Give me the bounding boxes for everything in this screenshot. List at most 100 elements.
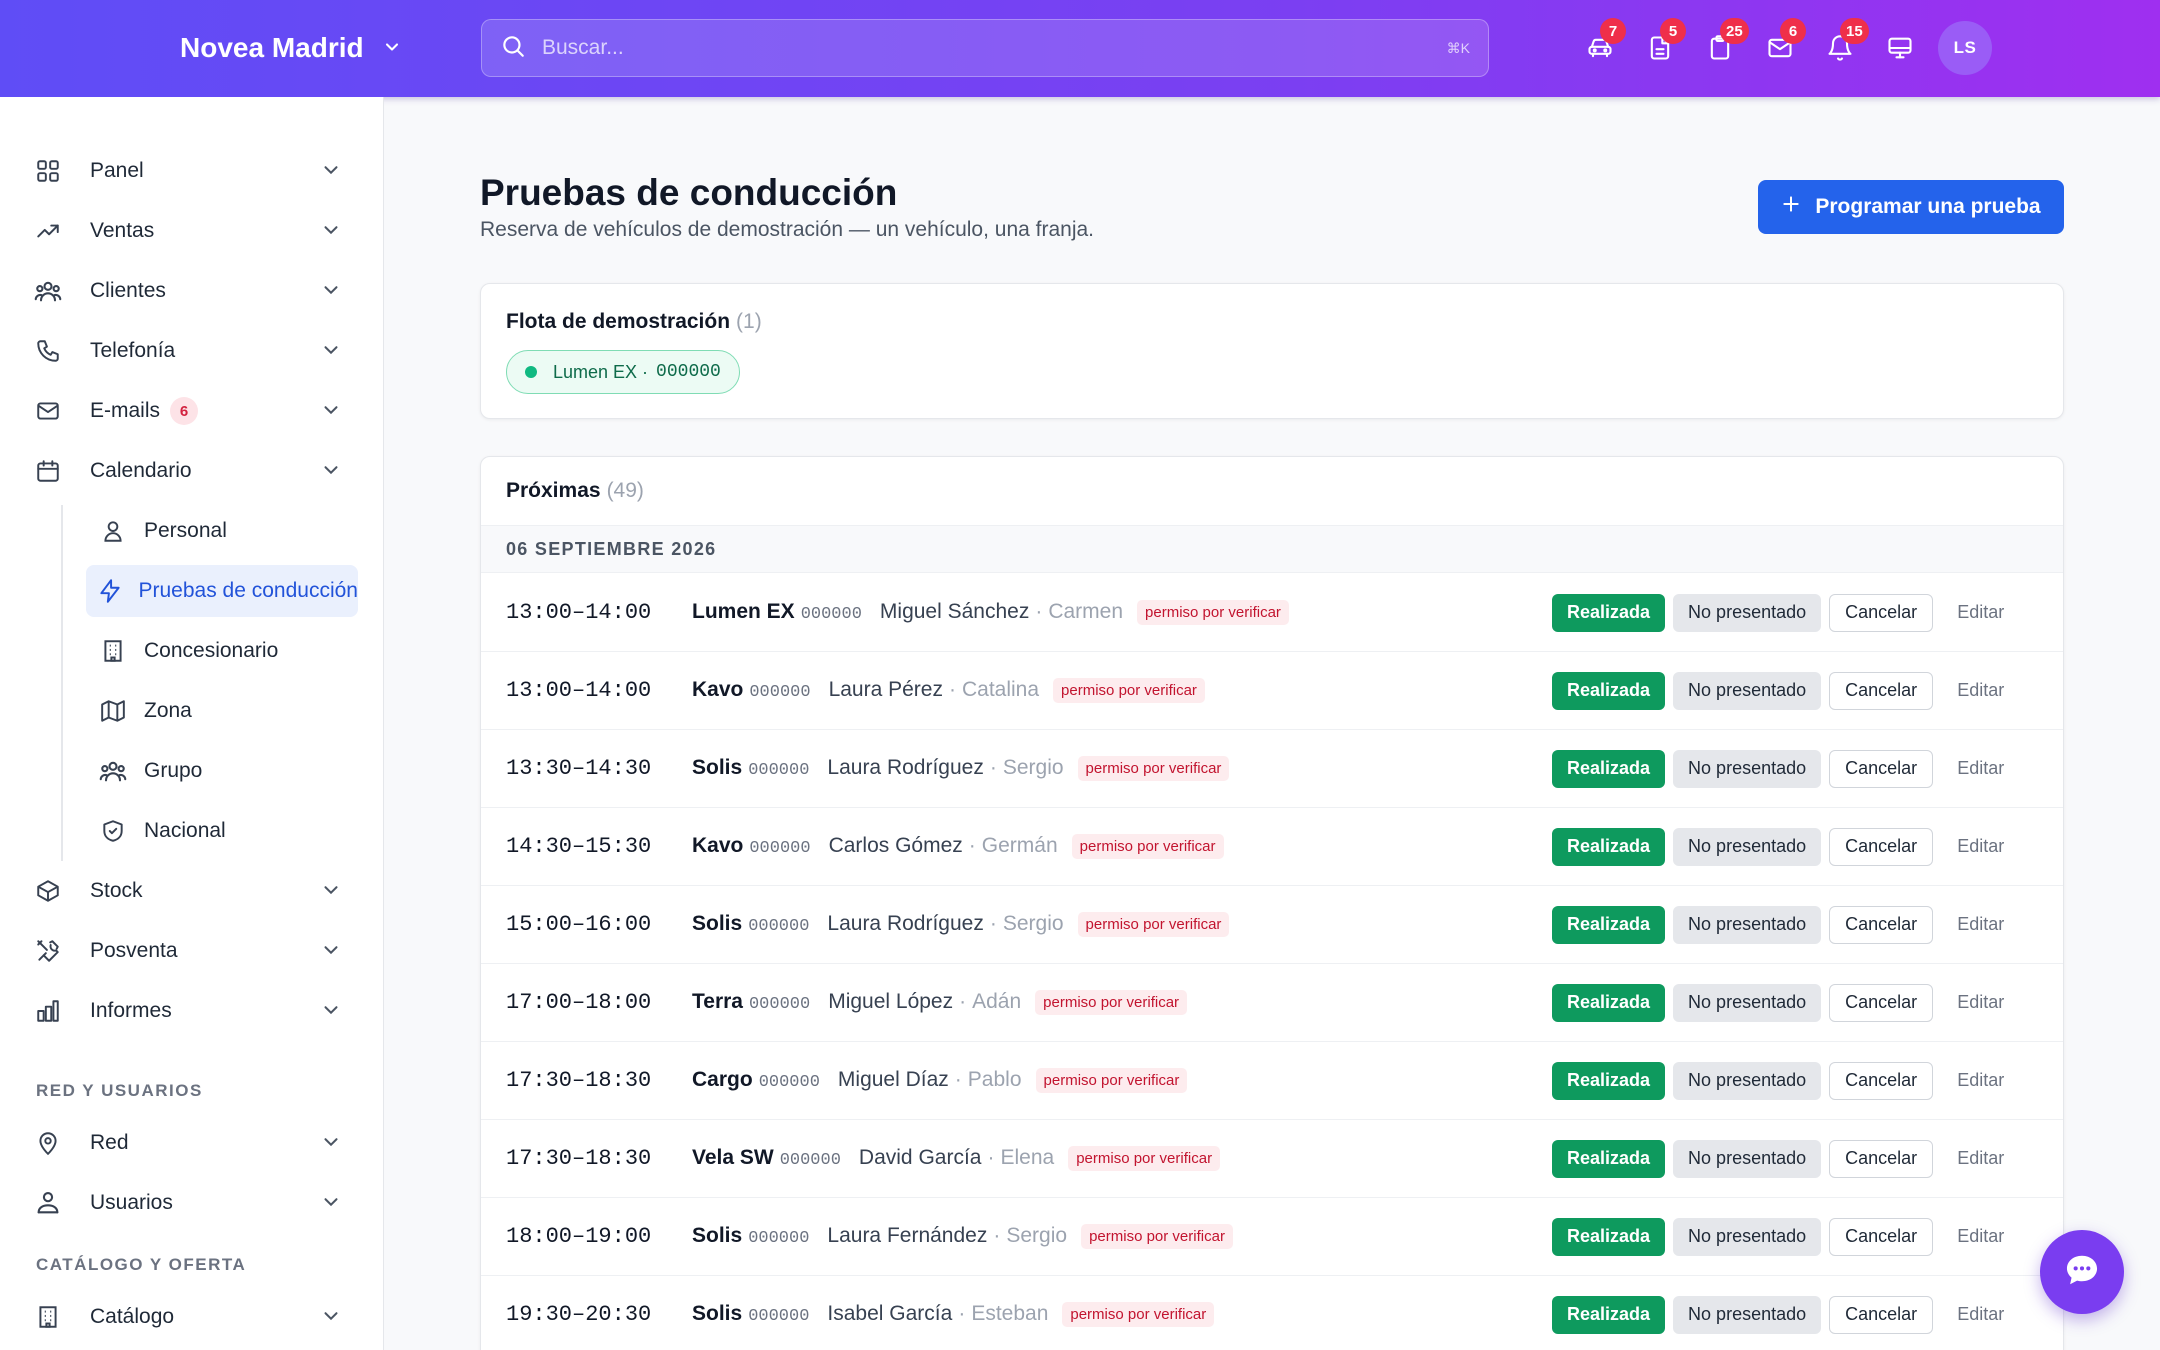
appointment-row[interactable]: 15:00–16:00 Solis 000000 Laura Rodríguez · Se… [481,886,2063,964]
chip-plate: 000000 [656,362,721,382]
car-icon[interactable]: 7 [1570,18,1630,74]
status-badge: permiso por verificar [1077,756,1230,781]
mark-done-button[interactable]: Realizada [1552,593,1666,632]
sidebar-item-panel[interactable]: Panel [32,145,352,197]
clipboard-icon[interactable]: 25 [1690,18,1750,74]
cancel-button[interactable]: Cancelar [1829,593,1934,632]
edit-link[interactable]: Editar [1941,1062,2014,1100]
sidebar-item-usuarios[interactable]: Usuarios [32,1177,352,1229]
no-show-button[interactable]: No presentado [1673,1217,1822,1256]
appointment-row[interactable]: 13:30–14:30 Solis 000000 Laura Rodríguez · Se… [481,730,2063,808]
edit-link[interactable]: Editar [1941,594,2014,632]
monitor-icon[interactable] [1870,22,1930,74]
schedule-test-drive-button[interactable]: Programar una prueba [1758,180,2064,234]
appointment-row[interactable]: 17:30–18:30 Cargo 000000 Miguel Díaz · Pablo p… [481,1042,2063,1120]
client-name[interactable]: Laura Fernández [827,1224,987,1248]
client-name[interactable]: Laura Rodríguez [827,912,983,936]
cancel-button[interactable]: Cancelar [1829,1295,1934,1334]
edit-link[interactable]: Editar [1941,672,2014,710]
salesperson-name: Pablo [967,1068,1022,1091]
no-show-button[interactable]: No presentado [1673,1061,1822,1100]
mail-icon[interactable]: 6 [1750,18,1810,74]
client-name[interactable]: Miguel Díaz [838,1068,949,1092]
no-show-button[interactable]: No presentado [1673,593,1822,632]
no-show-button[interactable]: No presentado [1673,1295,1822,1334]
client-name[interactable]: David García [859,1146,982,1170]
chat-button[interactable] [2040,1230,2124,1314]
sidebar-subitem-pruebas[interactable]: Pruebas de conducción [86,565,358,617]
mark-done-button[interactable]: Realizada [1552,671,1666,710]
cancel-button[interactable]: Cancelar [1829,905,1934,944]
appointment-row[interactable]: 17:00–18:00 Terra 000000 Miguel López · Adán p… [481,964,2063,1042]
client-name[interactable]: Miguel Sánchez [880,600,1029,624]
no-show-button[interactable]: No presentado [1673,983,1822,1022]
status-badge: permiso por verificar [1077,912,1230,937]
edit-link[interactable]: Editar [1941,828,2014,866]
appointment-row[interactable]: 18:00–19:00 Solis 000000 Laura Fernández · Se… [481,1198,2063,1276]
cancel-button[interactable]: Cancelar [1829,671,1934,710]
sidebar-item-informes[interactable]: Informes [32,985,352,1037]
dealership-switcher[interactable]: Novea Madrid [180,28,402,68]
mark-done-button[interactable]: Realizada [1552,905,1666,944]
client-name[interactable]: Miguel López [828,990,953,1014]
appointment-details: Lumen EX 000000 Miguel Sánchez · Carmen permi… [692,600,1289,625]
sidebar-item-emails[interactable]: E-mails 6 [32,385,352,437]
mark-done-button[interactable]: Realizada [1552,983,1666,1022]
cancel-button[interactable]: Cancelar [1829,1061,1934,1100]
cancel-button[interactable]: Cancelar [1829,983,1934,1022]
sidebar-item-clientes[interactable]: Clientes [32,265,352,317]
no-show-button[interactable]: No presentado [1673,827,1822,866]
no-show-button[interactable]: No presentado [1673,671,1822,710]
edit-link[interactable]: Editar [1941,1218,2014,1256]
sidebar-item-calendario[interactable]: Calendario [32,445,352,497]
mark-done-button[interactable]: Realizada [1552,1217,1666,1256]
mark-done-button[interactable]: Realizada [1552,1061,1666,1100]
sidebar-item-label: Telefonía [90,339,176,362]
bell-icon[interactable]: 15 [1810,18,1870,74]
mark-done-button[interactable]: Realizada [1552,1139,1666,1178]
sidebar-subitem-grupo[interactable]: Grupo [86,745,358,797]
bolt-icon [86,578,135,604]
search-input[interactable] [542,36,1447,60]
no-show-button[interactable]: No presentado [1673,1139,1822,1178]
edit-link[interactable]: Editar [1941,750,2014,788]
sidebar-item-ventas[interactable]: Ventas [32,205,352,257]
edit-link[interactable]: Editar [1941,906,2014,944]
appointment-row[interactable]: 13:00–14:00 Lumen EX 000000 Miguel Sánchez ·… [481,574,2063,652]
sidebar-subitem-nacional[interactable]: Nacional [86,805,358,857]
search-bar[interactable]: ⌘K [481,19,1489,77]
sidebar-item-posventa[interactable]: Posventa [32,925,352,977]
sidebar-item-red[interactable]: Red [32,1117,352,1169]
cancel-button[interactable]: Cancelar [1829,1217,1934,1256]
client-name[interactable]: Laura Rodríguez [827,756,983,780]
client-name[interactable]: Carlos Gómez [829,834,963,858]
no-show-button[interactable]: No presentado [1673,749,1822,788]
document-icon[interactable]: 5 [1630,18,1690,74]
appointment-row[interactable]: 19:30–20:30 Solis 000000 Isabel García · Este… [481,1276,2063,1350]
appointment-row[interactable]: 14:30–15:30 Kavo 000000 Carlos Gómez · Germán… [481,808,2063,886]
sidebar-subitem-zona[interactable]: Zona [86,685,358,737]
sidebar-item-catalogo[interactable]: Catálogo [32,1291,352,1343]
no-show-button[interactable]: No presentado [1673,905,1822,944]
edit-link[interactable]: Editar [1941,1296,2014,1334]
mark-done-button[interactable]: Realizada [1552,749,1666,788]
cancel-button[interactable]: Cancelar [1829,1139,1934,1178]
sidebar-subitem-concesionario[interactable]: Concesionario [86,625,358,677]
row-actions: Realizada No presentado Cancelar Editar [1552,827,2014,866]
fleet-vehicle-chip[interactable]: Lumen EX · 000000 [506,350,740,394]
chip-model: Lumen EX · [553,361,649,382]
sidebar-item-telefonia[interactable]: Telefonía [32,325,352,377]
sidebar-subitem-personal[interactable]: Personal [86,505,358,557]
client-name[interactable]: Isabel García [827,1302,952,1326]
edit-link[interactable]: Editar [1941,1140,2014,1178]
mark-done-button[interactable]: Realizada [1552,827,1666,866]
cancel-button[interactable]: Cancelar [1829,749,1934,788]
cancel-button[interactable]: Cancelar [1829,827,1934,866]
sidebar-item-stock[interactable]: Stock [32,865,352,917]
avatar[interactable]: LS [1938,21,1992,75]
appointment-row[interactable]: 13:00–14:00 Kavo 000000 Laura Pérez · Catalin… [481,652,2063,730]
client-name[interactable]: Laura Pérez [829,678,943,702]
appointment-row[interactable]: 17:30–18:30 Vela SW 000000 David García · Ele… [481,1120,2063,1198]
edit-link[interactable]: Editar [1941,984,2014,1022]
mark-done-button[interactable]: Realizada [1552,1295,1666,1334]
